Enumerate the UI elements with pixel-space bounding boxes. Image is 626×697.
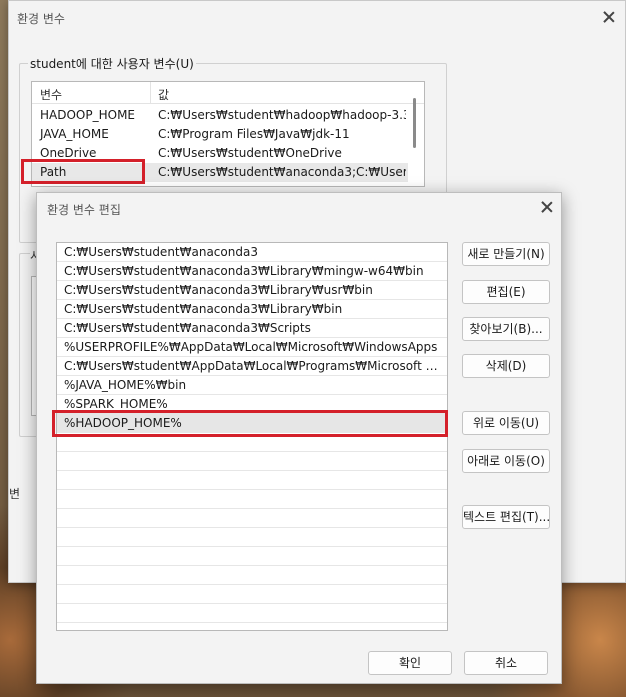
empty-list-row[interactable] bbox=[57, 509, 447, 528]
variable-value: C:₩Users₩student₩hadoop₩hadoop-3.3.6 bbox=[158, 108, 406, 122]
window-title: 환경 변수 bbox=[17, 12, 65, 26]
empty-list-row[interactable] bbox=[57, 471, 447, 490]
edit-environment-variable-dialog: 환경 변수 편집 C:₩Users₩student₩anaconda3 C:₩U… bbox=[36, 192, 562, 684]
delete-button[interactable]: 삭제(D) bbox=[462, 354, 550, 378]
vertical-scrollbar[interactable] bbox=[413, 98, 416, 148]
list-item[interactable]: %USERPROFILE%₩AppData₩Local₩Microsoft₩Wi… bbox=[57, 338, 447, 357]
edit-text-button[interactable]: 텍스트 편집(T)... bbox=[462, 505, 550, 529]
variable-name: OneDrive bbox=[40, 146, 97, 160]
ok-button[interactable]: 확인 bbox=[368, 651, 452, 675]
dialog-title: 환경 변수 편집 bbox=[47, 203, 121, 217]
list-item[interactable]: C:₩Users₩student₩AppData₩Local₩Programs₩… bbox=[57, 357, 447, 376]
variable-name: HADOOP_HOME bbox=[40, 108, 136, 122]
path-highlight-box bbox=[21, 159, 145, 184]
empty-list-row[interactable] bbox=[57, 604, 447, 623]
list-item[interactable]: %JAVA_HOME%₩bin bbox=[57, 376, 447, 395]
empty-list-row[interactable] bbox=[57, 528, 447, 547]
empty-list-row[interactable] bbox=[57, 585, 447, 604]
variable-value: C:₩Users₩student₩anaconda3;C:₩Users₩st..… bbox=[158, 165, 406, 179]
new-button[interactable]: 새로 만들기(N) bbox=[462, 242, 550, 266]
move-up-button[interactable]: 위로 이동(U) bbox=[462, 411, 550, 435]
hadoop-home-highlight-box bbox=[52, 410, 448, 437]
column-divider[interactable] bbox=[150, 82, 151, 104]
close-icon[interactable] bbox=[540, 200, 554, 214]
empty-list-row[interactable] bbox=[57, 547, 447, 566]
variable-value: C:₩Users₩student₩OneDrive bbox=[158, 146, 342, 160]
list-item[interactable]: C:₩Users₩student₩anaconda3₩Library₩bin bbox=[57, 300, 447, 319]
list-item[interactable]: C:₩Users₩student₩anaconda3 bbox=[57, 243, 447, 262]
variable-name: JAVA_HOME bbox=[40, 127, 109, 141]
column-header-value[interactable]: 값 bbox=[158, 86, 169, 103]
user-variables-group-label: student에 대한 사용자 변수(U) bbox=[28, 55, 196, 72]
close-icon[interactable] bbox=[602, 10, 616, 24]
browse-button[interactable]: 찾아보기(B)... bbox=[462, 317, 550, 341]
list-item[interactable]: C:₩Users₩student₩anaconda3₩Library₩mingw… bbox=[57, 262, 447, 281]
column-header-name[interactable]: 변수 bbox=[40, 86, 62, 103]
move-down-button[interactable]: 아래로 이동(O) bbox=[462, 449, 550, 473]
table-row[interactable]: HADOOP_HOME C:₩Users₩student₩hadoop₩hado… bbox=[32, 106, 408, 125]
edit-button[interactable]: 편집(E) bbox=[462, 280, 550, 304]
empty-list-row[interactable] bbox=[57, 452, 447, 471]
bottom-label-fragment: 변 bbox=[9, 487, 21, 501]
variable-value: C:₩Program Files₩Java₩jdk-11 bbox=[158, 127, 350, 141]
table-header: 변수 값 bbox=[32, 82, 424, 104]
cancel-button[interactable]: 취소 bbox=[464, 651, 548, 675]
table-row[interactable]: JAVA_HOME C:₩Program Files₩Java₩jdk-11 bbox=[32, 125, 408, 144]
list-item[interactable]: C:₩Users₩student₩anaconda3₩Library₩usr₩b… bbox=[57, 281, 447, 300]
list-item[interactable]: C:₩Users₩student₩anaconda3₩Scripts bbox=[57, 319, 447, 338]
empty-list-row[interactable] bbox=[57, 566, 447, 585]
empty-list-row[interactable] bbox=[57, 490, 447, 509]
